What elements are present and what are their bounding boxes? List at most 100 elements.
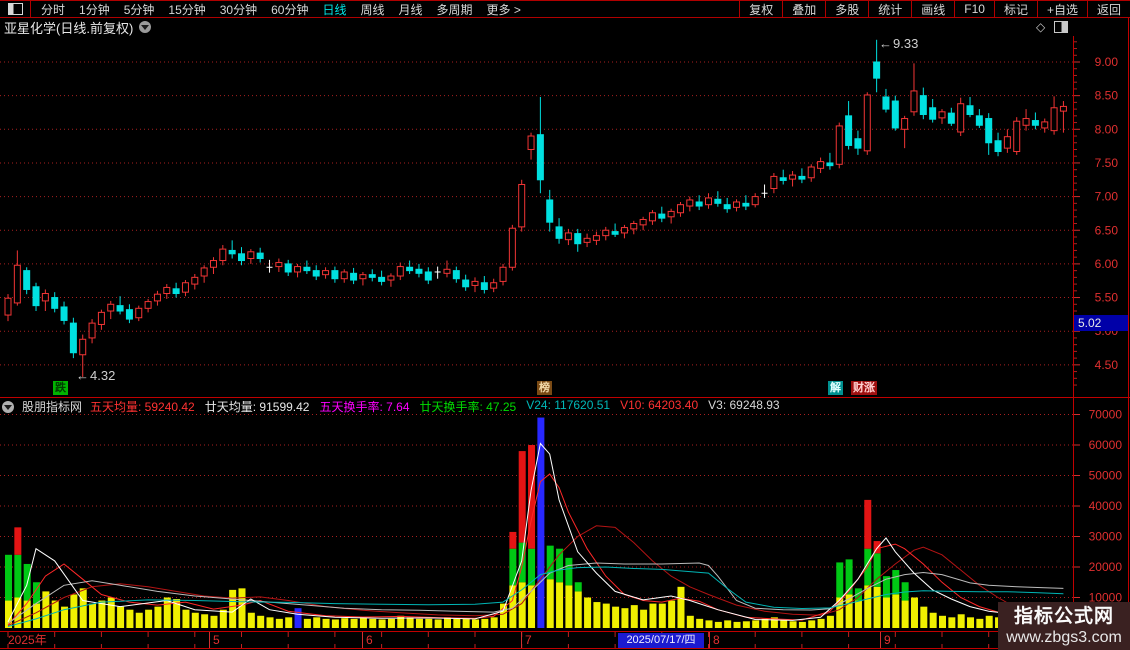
volume-bar-yellow[interactable]	[359, 617, 367, 628]
marker-badge[interactable]: 财涨	[851, 381, 877, 395]
volume-bar-yellow[interactable]	[117, 606, 125, 628]
volume-bar-yellow[interactable]	[378, 619, 386, 628]
candle-body[interactable]	[518, 183, 526, 228]
candle-body[interactable]	[574, 233, 582, 245]
diamond-icon[interactable]: ◇	[1036, 21, 1045, 33]
candle-body[interactable]	[947, 112, 955, 124]
volume-bar-yellow[interactable]	[733, 621, 741, 628]
candle-body[interactable]	[4, 297, 12, 316]
volume-bar-green[interactable]	[14, 554, 22, 598]
period-tab-更多 >[interactable]: 更多 >	[487, 1, 521, 18]
volume-bar-yellow[interactable]	[182, 609, 190, 628]
candle-body[interactable]	[303, 266, 311, 272]
volume-bar-yellow[interactable]	[789, 621, 797, 628]
volume-bar-yellow[interactable]	[574, 591, 582, 628]
candle-body[interactable]	[1059, 105, 1067, 112]
volume-bar-yellow[interactable]	[490, 617, 498, 628]
candle-body[interactable]	[854, 138, 862, 149]
period-tab-1分钟[interactable]: 1分钟	[79, 1, 110, 18]
candle-body[interactable]	[938, 111, 946, 119]
volume-bar-yellow[interactable]	[33, 603, 41, 628]
volume-bar-green[interactable]	[5, 554, 12, 601]
candle-body[interactable]	[994, 140, 1002, 153]
volume-bar-red[interactable]	[509, 531, 517, 549]
candle-body[interactable]	[471, 280, 479, 286]
candle-body[interactable]	[714, 198, 722, 204]
toolbar-button-统计[interactable]: 统计	[868, 1, 911, 17]
volume-bar-yellow[interactable]	[201, 614, 209, 628]
candle-body[interactable]	[368, 274, 376, 278]
candle-body[interactable]	[294, 266, 302, 273]
volume-bar-yellow[interactable]	[369, 618, 377, 628]
volume-bar-blue[interactable]	[294, 608, 302, 628]
candle-body[interactable]	[751, 196, 759, 206]
candle-body[interactable]	[462, 279, 470, 288]
volume-bar-yellow[interactable]	[462, 618, 470, 628]
candle-body[interactable]	[592, 235, 600, 241]
volume-bar-yellow[interactable]	[219, 609, 227, 628]
candle-body[interactable]	[817, 161, 825, 169]
candle-body[interactable]	[181, 282, 189, 293]
volume-bar-yellow[interactable]	[406, 617, 414, 628]
volume-bar-green[interactable]	[509, 548, 517, 586]
volume-bar-yellow[interactable]	[658, 603, 666, 628]
volume-bar-green[interactable]	[565, 557, 573, 586]
candle-body[interactable]	[742, 202, 750, 207]
period-tab-分时[interactable]: 分时	[41, 1, 65, 18]
candle-body[interactable]	[135, 307, 143, 319]
pane-toggle-icon[interactable]	[1054, 21, 1069, 33]
period-tab-60分钟[interactable]: 60分钟	[271, 1, 308, 18]
volume-bar-yellow[interactable]	[668, 600, 676, 628]
volume-bar-yellow[interactable]	[98, 600, 106, 628]
candle-body[interactable]	[975, 115, 983, 126]
candle-body[interactable]	[88, 322, 96, 339]
volume-bar-yellow[interactable]	[322, 618, 330, 628]
candle-body[interactable]	[480, 282, 488, 290]
period-tab-月线[interactable]: 月线	[399, 1, 423, 18]
candle-body[interactable]	[966, 105, 974, 115]
volume-bar-yellow[interactable]	[51, 600, 59, 628]
volume-bar-yellow[interactable]	[275, 618, 283, 628]
candle-body[interactable]	[564, 232, 572, 241]
candle-body[interactable]	[845, 115, 853, 146]
candle-body[interactable]	[79, 338, 87, 356]
candle-body[interactable]	[1013, 120, 1021, 153]
candle-body[interactable]	[153, 293, 161, 302]
candle-body[interactable]	[322, 270, 330, 276]
volume-bar-yellow[interactable]	[920, 606, 928, 628]
candle-body[interactable]	[452, 270, 460, 280]
toolbar-button-复权[interactable]: 复权	[739, 1, 782, 17]
candle-body[interactable]	[312, 270, 320, 277]
volume-bar-yellow[interactable]	[677, 586, 685, 628]
volume-bar-yellow[interactable]	[528, 585, 536, 628]
candle-body[interactable]	[957, 103, 965, 133]
candle-body[interactable]	[387, 275, 395, 281]
candle-body[interactable]	[863, 94, 871, 152]
volume-bar-yellow[interactable]	[696, 618, 704, 628]
period-tab-30分钟[interactable]: 30分钟	[220, 1, 257, 18]
candle-body[interactable]	[247, 251, 255, 260]
marker-badge[interactable]: 解	[828, 381, 843, 395]
candle-body[interactable]	[686, 199, 694, 207]
volume-bar-yellow[interactable]	[808, 620, 816, 628]
candle-body[interactable]	[835, 125, 843, 165]
volume-bar-yellow[interactable]	[285, 617, 293, 628]
volume-bar-yellow[interactable]	[939, 615, 946, 628]
period-tab-多周期[interactable]: 多周期	[437, 1, 473, 18]
candle-body[interactable]	[1003, 136, 1011, 149]
candle-body[interactable]	[406, 266, 414, 272]
volume-bar-yellow[interactable]	[210, 615, 218, 628]
candle-body[interactable]	[275, 262, 283, 268]
toolbar-button-画线[interactable]: 画线	[911, 1, 954, 17]
candle-body[interactable]	[228, 249, 236, 255]
volume-bar-yellow[interactable]	[612, 606, 620, 628]
candle-body[interactable]	[490, 282, 498, 289]
period-tab-周线[interactable]: 周线	[360, 1, 384, 18]
candle-body[interactable]	[350, 272, 358, 281]
volume-bar-green[interactable]	[836, 562, 844, 598]
indicator-name[interactable]: 股朋指标网	[22, 398, 82, 415]
volume-bar-yellow[interactable]	[79, 588, 87, 628]
volume-bar-yellow[interactable]	[145, 609, 153, 628]
candle-body[interactable]	[32, 286, 40, 307]
volume-bar-yellow[interactable]	[864, 585, 872, 628]
